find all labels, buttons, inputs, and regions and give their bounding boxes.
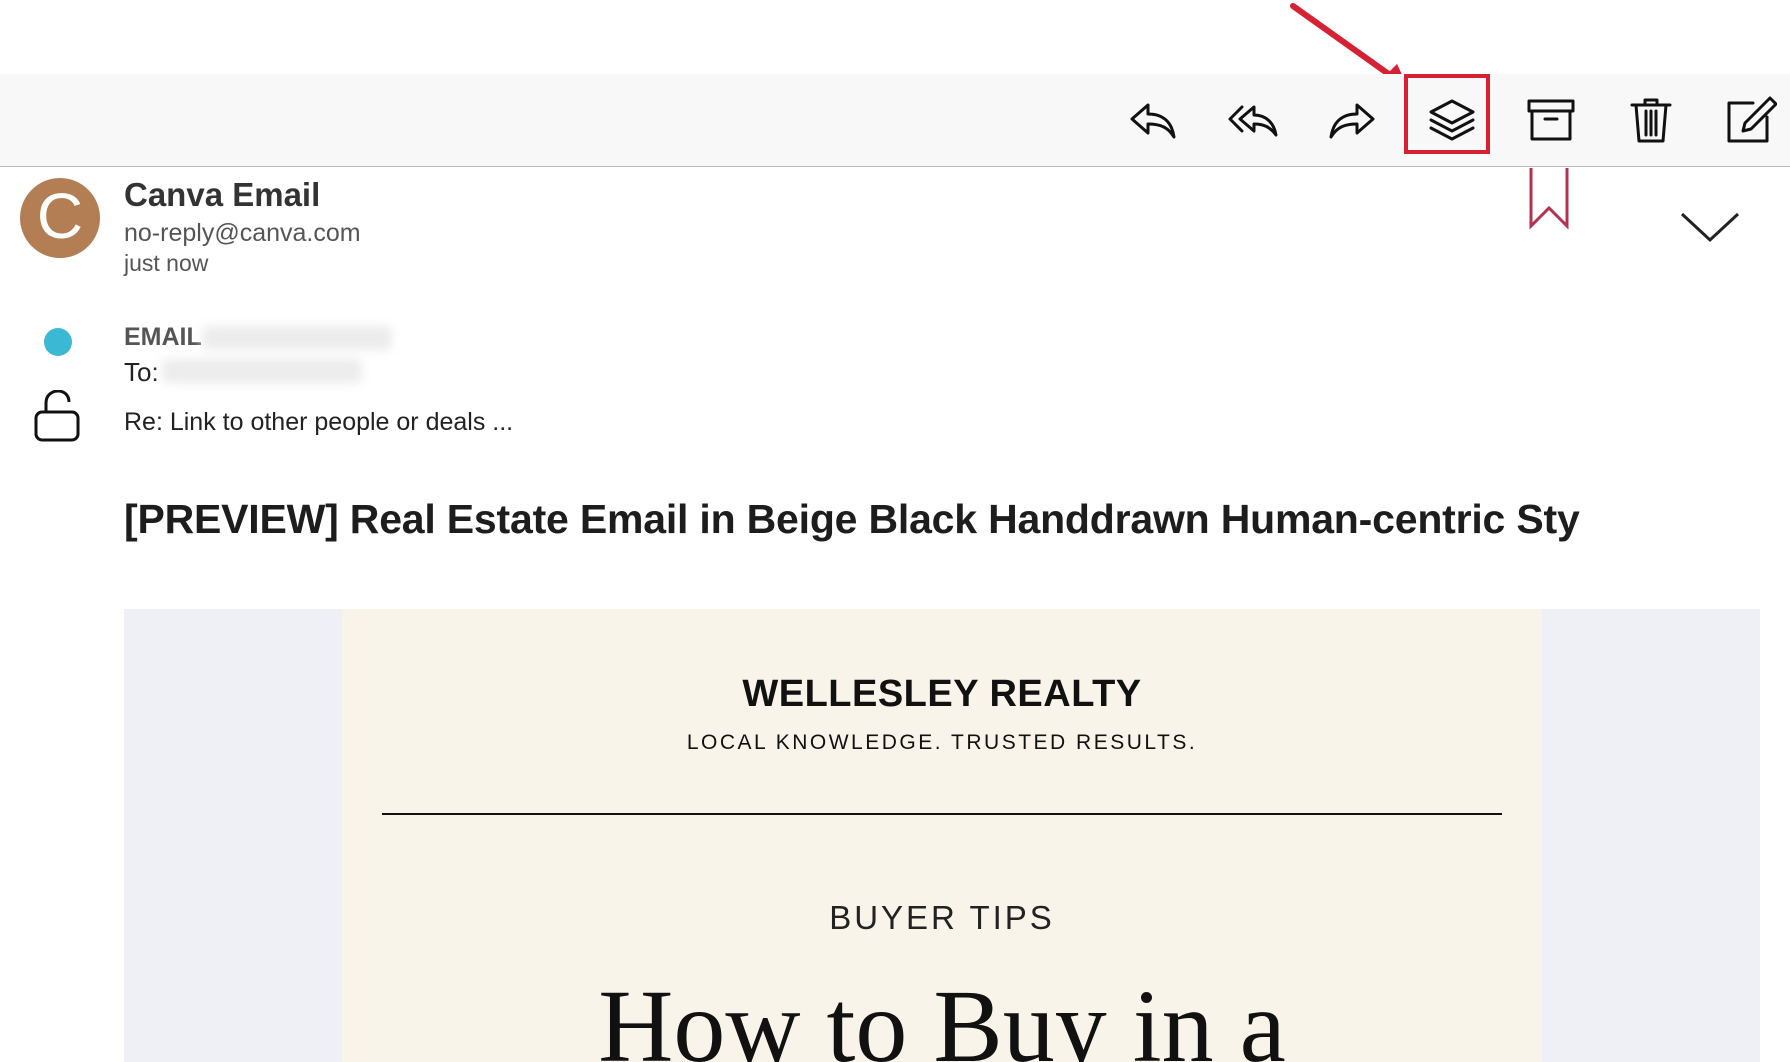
forward-button[interactable] <box>1317 74 1387 166</box>
redacted-from-address <box>202 326 392 350</box>
avatar-letter: C <box>36 180 84 252</box>
reply-all-button[interactable] <box>1218 74 1288 166</box>
from-label: EMAIL <box>124 323 202 351</box>
related-link[interactable]: Re: Link to other people or deals ... <box>124 408 513 437</box>
brand-tagline: LOCAL KNOWLEDGE. TRUSTED RESULTS. <box>686 731 1198 754</box>
reply-all-icon <box>1228 105 1278 137</box>
avatar: C <box>20 178 100 258</box>
email-body: WELLESLEY REALTY LOCAL KNOWLEDGE. TRUSTE… <box>124 609 1760 1062</box>
layers-button-highlight <box>1404 74 1490 154</box>
archive-button[interactable] <box>1516 74 1586 166</box>
email-subject: [PREVIEW] Real Estate Email in Beige Bla… <box>124 496 1580 542</box>
sender-email: no-reply@canva.com <box>124 219 361 247</box>
section-label: BUYER TIPS <box>829 899 1055 936</box>
sender-name: Canva Email <box>124 176 321 213</box>
message-toolbar <box>0 74 1790 167</box>
archive-icon <box>1527 99 1575 141</box>
headline: How to Buy in a <box>598 969 1286 1062</box>
brand-name: WELLESLEY REALTY <box>742 673 1142 715</box>
compose-icon <box>1727 96 1777 143</box>
status-dot <box>44 328 72 356</box>
divider <box>382 813 1502 815</box>
sent-time: just now <box>124 250 209 276</box>
to-label: To: <box>124 357 159 387</box>
unlock-icon[interactable] <box>32 390 82 442</box>
trash-icon <box>1630 98 1672 143</box>
delete-button[interactable] <box>1616 74 1686 166</box>
bookmark-icon[interactable] <box>1528 168 1570 230</box>
reply-button[interactable] <box>1118 74 1188 166</box>
chevron-down-icon[interactable] <box>1678 208 1742 248</box>
forward-icon <box>1329 103 1375 139</box>
reply-icon <box>1130 103 1176 139</box>
email-content-card: WELLESLEY REALTY LOCAL KNOWLEDGE. TRUSTE… <box>342 609 1542 1062</box>
compose-button[interactable] <box>1715 74 1785 166</box>
redacted-to-address <box>162 359 362 383</box>
